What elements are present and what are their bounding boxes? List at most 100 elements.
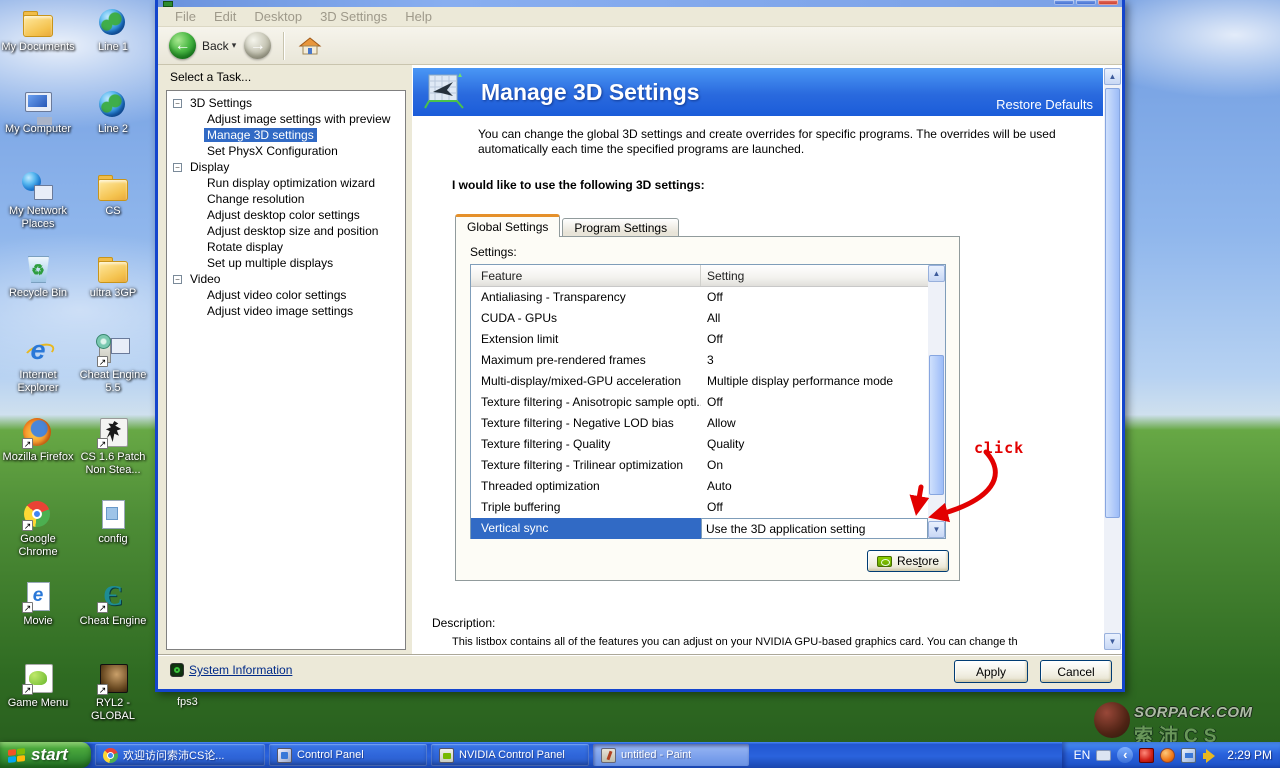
cancel-button[interactable]: Cancel — [1040, 660, 1112, 683]
tree-item-manage-3d-settings[interactable]: Manage 3D settings — [167, 127, 405, 143]
menu-item-desktop[interactable]: Desktop — [245, 7, 311, 26]
settings-row-threaded-optimization[interactable]: Threaded optimizationAuto — [471, 476, 928, 497]
taskbar-item-nvidia-control-panel[interactable]: NVIDIA Control Panel — [431, 744, 589, 766]
forward-button[interactable]: → — [244, 32, 271, 59]
taskbar: start 欢迎访问索沛CS论...Control PanelNVIDIA Co… — [0, 742, 1280, 768]
maximize-button[interactable] — [1076, 0, 1096, 5]
desktop-icon-line-1[interactable]: Line 1 — [76, 6, 150, 54]
tree-item-adjust-desktop-size-and-position[interactable]: Adjust desktop size and position — [167, 223, 405, 239]
back-label: Back — [202, 39, 229, 53]
page-title: Manage 3D Settings — [481, 79, 700, 106]
desktop-icon-movie[interactable]: e↗Movie — [1, 580, 75, 628]
desktop-icon-cheat-engine-5-5[interactable]: ↗Cheat Engine 5.5 — [76, 334, 150, 395]
settings-row-vertical-sync[interactable]: Vertical sync Use the 3D application set… — [471, 518, 945, 539]
desktop-icon-google-chrome[interactable]: ↗Google Chrome — [1, 498, 75, 559]
minimize-button[interactable] — [1054, 0, 1074, 5]
settings-row-texture-filtering-negative-lod-bias[interactable]: Texture filtering - Negative LOD biasAll… — [471, 413, 928, 434]
volume-tray-icon[interactable] — [1202, 748, 1217, 763]
desktop-icon-ryl2-global[interactable]: ↗RYL2 - GLOBAL — [76, 662, 150, 723]
menu-item-3d-settings[interactable]: 3D Settings — [311, 7, 396, 26]
desktop-icon-my-computer[interactable]: My Computer — [1, 88, 75, 136]
main-pane: Manage 3D Settings Restore Defaults You … — [412, 65, 1122, 654]
desktop-icon-ultra-3gp[interactable]: ultra 3GP — [76, 252, 150, 300]
titlebar[interactable] — [158, 0, 1122, 7]
menu-item-help[interactable]: Help — [396, 7, 441, 26]
table-scrollbar-thumb[interactable] — [929, 355, 944, 495]
tree-item-run-display-optimization-wizard[interactable]: Run display optimization wizard — [167, 175, 405, 191]
table-scrollbar[interactable]: ▲ ▼ — [928, 265, 945, 538]
tab-program-settings[interactable]: Program Settings — [562, 218, 679, 237]
system-tray: EN ‹ 2:29 PM — [1062, 742, 1280, 768]
restore-defaults-link[interactable]: Restore Defaults — [996, 97, 1093, 112]
desktop-icon-game-menu[interactable]: ↗Game Menu — [1, 662, 75, 710]
taskbar-item-control-panel[interactable]: Control Panel — [269, 744, 427, 766]
tree-item-adjust-video-image-settings[interactable]: Adjust video image settings — [167, 303, 405, 319]
language-indicator[interactable]: EN — [1074, 748, 1091, 762]
page-scrollbar-thumb[interactable] — [1105, 88, 1120, 518]
keyboard-input-icon[interactable] — [1096, 750, 1111, 761]
collapse-box-icon[interactable]: − — [173, 163, 182, 172]
tree-item-display[interactable]: −Display — [167, 159, 405, 175]
settings-row-extension-limit[interactable]: Extension limitOff — [471, 329, 928, 350]
apply-button[interactable]: Apply — [954, 660, 1028, 683]
tree-item-adjust-image-settings-with-preview[interactable]: Adjust image settings with preview — [167, 111, 405, 127]
desktop-icon-cs[interactable]: CS — [76, 170, 150, 218]
desktop-icon-my-documents[interactable]: My Documents — [1, 6, 75, 54]
tree-item-adjust-video-color-settings[interactable]: Adjust video color settings — [167, 287, 405, 303]
desktop-icon-line-2[interactable]: Line 2 — [76, 88, 150, 136]
desktop-icon-fps3[interactable]: fps3 — [177, 696, 198, 708]
desktop-icon-config[interactable]: config — [76, 498, 150, 546]
settings-row-texture-filtering-trilinear-optimization[interactable]: Texture filtering - Trilinear optimizati… — [471, 455, 928, 476]
page-scroll-up-icon[interactable]: ▲ — [1104, 68, 1121, 85]
settings-row-triple-buffering[interactable]: Triple bufferingOff — [471, 497, 928, 518]
collapse-chevron-icon[interactable]: ‹ — [1117, 747, 1133, 763]
system-information-link[interactable]: System Information — [170, 663, 292, 677]
security-alert-tray-icon[interactable] — [1160, 748, 1175, 763]
settings-row-texture-filtering-quality[interactable]: Texture filtering - QualityQuality — [471, 434, 928, 455]
tree-item-adjust-desktop-color-settings[interactable]: Adjust desktop color settings — [167, 207, 405, 223]
watermark-subtext: 索沛CS — [1134, 721, 1253, 742]
vertical-sync-combobox[interactable]: Use the 3D application setting ˅ — [701, 518, 945, 539]
desktop-icon-my-network-places[interactable]: My Network Places — [1, 170, 75, 231]
tree-item-video[interactable]: −Video — [167, 271, 405, 287]
page-scroll-down-icon[interactable]: ▼ — [1104, 633, 1121, 650]
back-dropdown-icon[interactable]: ▾ — [232, 40, 237, 51]
restore-button[interactable]: Restore — [867, 550, 949, 572]
firefox-icon: ↗ — [21, 416, 55, 448]
desktop-icon-cheat-engine[interactable]: Є↗Cheat Engine — [76, 580, 150, 628]
nvidia-icon — [439, 748, 454, 763]
desktop-icon-cs-1-6-patch-non-stea[interactable]: ↗CS 1.6 Patch Non Stea... — [76, 416, 150, 477]
collapse-box-icon[interactable]: − — [173, 275, 182, 284]
task-tree: −3D SettingsAdjust image settings with p… — [166, 90, 406, 650]
tree-item-change-resolution[interactable]: Change resolution — [167, 191, 405, 207]
menu-item-file[interactable]: File — [166, 7, 205, 26]
taskbar-item-欢迎访问索沛cs论[interactable]: 欢迎访问索沛CS论... — [95, 744, 265, 766]
scroll-down-icon[interactable]: ▼ — [928, 521, 945, 538]
close-button[interactable] — [1098, 0, 1118, 5]
tab-global-settings[interactable]: Global Settings — [455, 214, 560, 237]
settings-row-cuda-gpus[interactable]: CUDA - GPUsAll — [471, 308, 928, 329]
tray-icons: ‹ — [1096, 747, 1217, 763]
tree-item-rotate-display[interactable]: Rotate display — [167, 239, 405, 255]
tree-item-set-physx-configuration[interactable]: Set PhysX Configuration — [167, 143, 405, 159]
settings-row-multi-display-mixed-gpu-acceleration[interactable]: Multi-display/mixed-GPU accelerationMult… — [471, 371, 928, 392]
settings-row-antialiasing-transparency[interactable]: Antialiasing - TransparencyOff — [471, 287, 928, 308]
nvidia-control-panel-window: FileEditDesktop3D SettingsHelp ← Back ▾ … — [155, 0, 1125, 692]
start-button[interactable]: start — [0, 742, 91, 768]
collapse-box-icon[interactable]: − — [173, 99, 182, 108]
taskbar-item-untitled-paint[interactable]: untitled - Paint — [593, 744, 749, 766]
tree-item-set-up-multiple-displays[interactable]: Set up multiple displays — [167, 255, 405, 271]
menu-item-edit[interactable]: Edit — [205, 7, 245, 26]
desktop-icon-internet-explorer[interactable]: eInternet Explorer — [1, 334, 75, 395]
desktop-icon-recycle-bin[interactable]: ♻Recycle Bin — [1, 252, 75, 300]
back-button[interactable]: ← — [169, 32, 196, 59]
desktop-icon-mozilla-firefox[interactable]: ↗Mozilla Firefox — [1, 416, 75, 464]
antivirus-tray-icon[interactable] — [1139, 748, 1154, 763]
settings-row-maximum-pre-rendered-frames[interactable]: Maximum pre-rendered frames3 — [471, 350, 928, 371]
page-scrollbar[interactable]: ▲ ▼ — [1104, 68, 1121, 650]
tree-item-3d-settings[interactable]: −3D Settings — [167, 95, 405, 111]
settings-row-texture-filtering-anisotropic-sample-opti[interactable]: Texture filtering - Anisotropic sample o… — [471, 392, 928, 413]
scroll-up-icon[interactable]: ▲ — [928, 265, 945, 282]
display-tray-icon[interactable] — [1181, 748, 1196, 763]
home-icon[interactable] — [298, 36, 322, 56]
